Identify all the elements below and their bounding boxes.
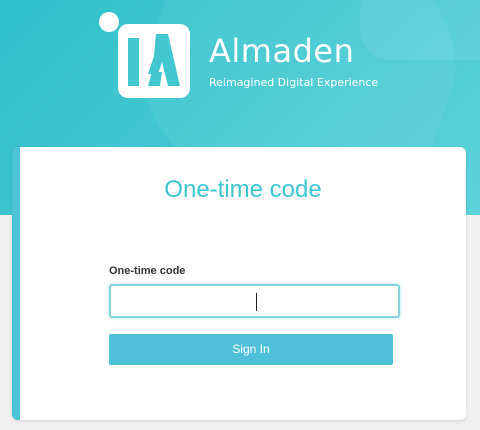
logo-dot: [99, 12, 119, 32]
brand-tagline: Reimagined Digital Experience: [209, 76, 379, 89]
code-field-label: One-time code: [109, 265, 186, 277]
almaden-logo-icon: [118, 24, 190, 98]
one-time-code-input[interactable]: [109, 284, 400, 318]
hero-decoration: [360, 0, 480, 60]
brand-name: Almaden: [209, 32, 355, 70]
text-caret: [256, 293, 257, 311]
page-title: One-time code: [164, 176, 322, 203]
sign-in-button[interactable]: Sign In: [109, 334, 393, 365]
login-card: One-time code One-time code Sign In: [12, 147, 466, 420]
